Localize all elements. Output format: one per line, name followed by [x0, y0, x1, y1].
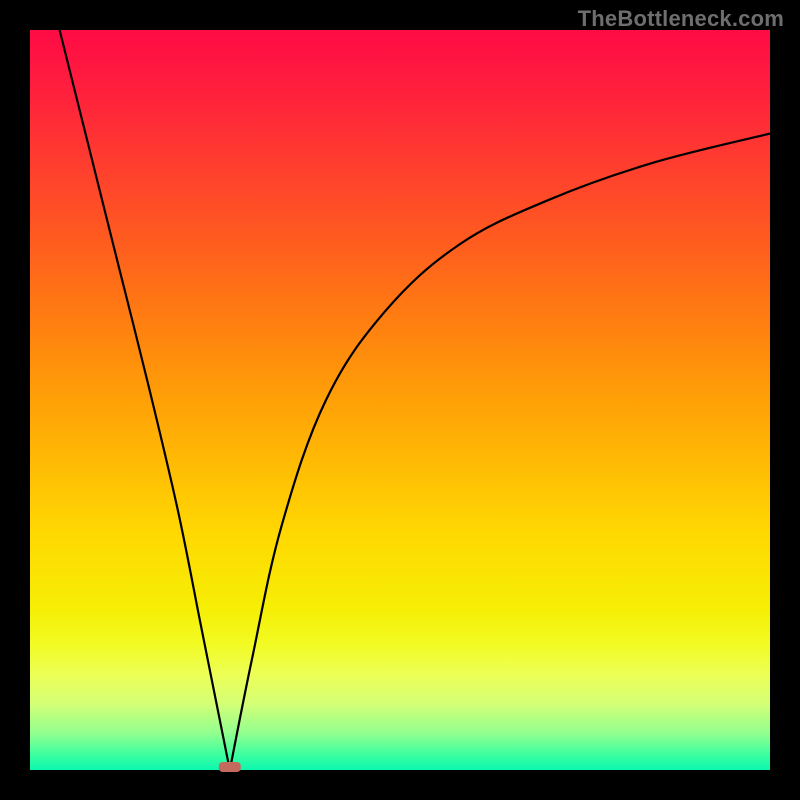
minimum-marker	[219, 762, 241, 772]
curve-right-branch	[230, 134, 770, 770]
plot-area	[30, 30, 770, 770]
chart-frame: TheBottleneck.com	[0, 0, 800, 800]
watermark-text: TheBottleneck.com	[578, 6, 784, 32]
curve-left-branch	[60, 30, 230, 770]
chart-svg	[30, 30, 770, 770]
